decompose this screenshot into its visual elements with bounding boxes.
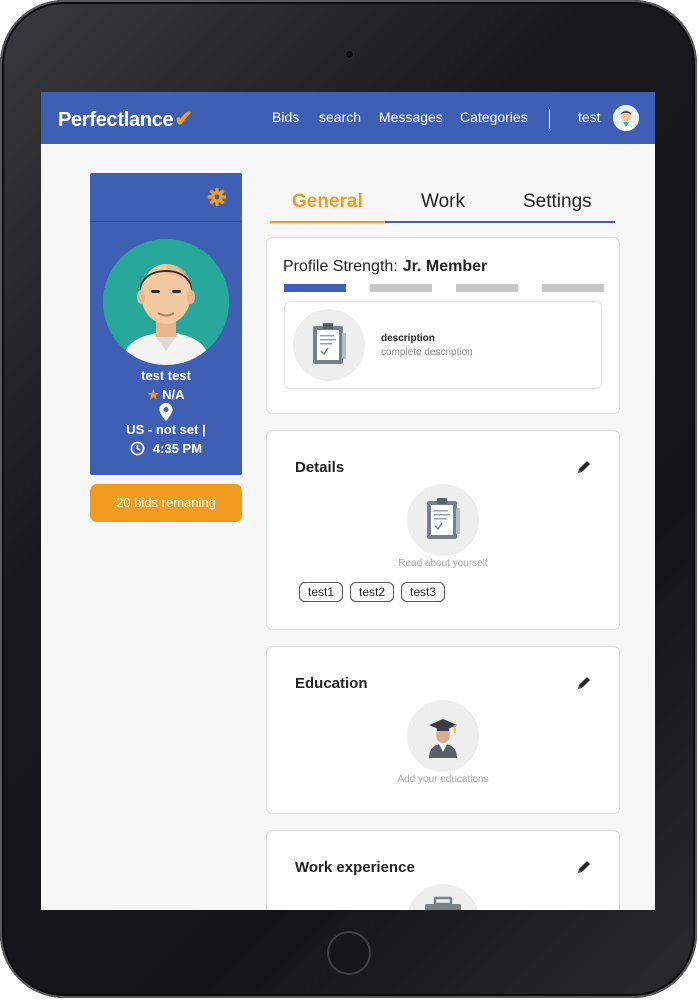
pencil-icon[interactable] <box>576 675 592 691</box>
brand-name: Perfectlance <box>58 109 174 131</box>
graduate-icon <box>429 719 457 758</box>
pencil-icon[interactable] <box>576 859 592 875</box>
strength-segment <box>456 284 518 292</box>
details-title: Details <box>295 459 345 476</box>
details-hint: Read about yourself <box>398 558 488 569</box>
clock-icon <box>130 441 145 456</box>
camera <box>344 49 355 60</box>
education-hint: Add your educations <box>397 774 489 785</box>
brand-logo[interactable]: Perfectlance✔ <box>58 106 193 132</box>
work-icon-bg <box>407 884 479 910</box>
profile-avatar[interactable] <box>103 239 229 365</box>
gear-icon[interactable] <box>207 187 227 207</box>
education-panel: Education Add your educations <box>266 646 620 814</box>
strength-segment <box>542 284 604 292</box>
nav-avatar[interactable] <box>613 105 639 131</box>
work-experience-panel: Work experience <box>266 830 620 910</box>
strength-level: Jr. Member <box>402 258 488 275</box>
profile-name: test test <box>141 368 191 383</box>
description-card[interactable]: description complete description <box>284 301 602 389</box>
time-value: 4:35 PM <box>152 441 203 456</box>
tab-work[interactable]: Work <box>421 191 465 213</box>
tag-chip[interactable]: test1 <box>299 582 344 602</box>
nav-categories[interactable]: Categories <box>460 109 528 125</box>
brand-check-icon: ✔ <box>174 106 193 131</box>
profile-rating: ★ N/A <box>90 387 242 403</box>
tablet-frame: Perfectlance✔ Bids search Messages Categ… <box>0 0 697 998</box>
profile-strength-panel: Profile Strength: Jr. Member description… <box>266 237 620 414</box>
pencil-icon[interactable] <box>576 459 592 475</box>
tab-general[interactable]: General <box>292 191 363 213</box>
tag-chip[interactable]: test3 <box>401 582 446 602</box>
briefcase-icon <box>425 896 461 910</box>
details-icon-bg <box>407 484 479 556</box>
nav-username[interactable]: test <box>578 109 601 125</box>
person-avatar-icon <box>103 239 229 365</box>
clipboard-icon <box>313 323 346 364</box>
top-navbar: Perfectlance✔ Bids search Messages Categ… <box>41 92 655 144</box>
nav-messages[interactable]: Messages <box>379 109 443 125</box>
strength-segment <box>284 284 346 292</box>
strength-label-text: Profile Strength: <box>283 258 398 275</box>
profile-location: US - not set | <box>126 422 206 437</box>
details-panel: Details Read about yourself test1 test2 <box>266 430 620 630</box>
description-subtitle: complete description <box>381 347 473 358</box>
nav-search[interactable]: search <box>319 109 361 125</box>
strength-label: Profile Strength: Jr. Member <box>283 258 487 276</box>
clipboard-icon-bg <box>293 309 365 381</box>
app-screen: Perfectlance✔ Bids search Messages Categ… <box>41 92 655 910</box>
location-pin-icon <box>159 403 173 421</box>
education-title: Education <box>295 675 368 692</box>
tab-active-indicator <box>270 221 385 223</box>
home-button[interactable] <box>327 931 371 975</box>
bids-remaining-button[interactable]: 20 bids remaning <box>90 484 242 522</box>
nav-divider <box>549 109 550 129</box>
work-title: Work experience <box>295 859 415 876</box>
tag-chip[interactable]: test2 <box>350 582 395 602</box>
nav-bids[interactable]: Bids <box>272 109 299 125</box>
profile-card: test test ★ N/A US - not set | 4:35 PM <box>90 173 242 475</box>
card-divider <box>90 221 242 222</box>
description-title: description <box>381 333 435 344</box>
strength-segment <box>370 284 432 292</box>
tab-settings[interactable]: Settings <box>523 191 592 213</box>
education-icon-bg <box>407 700 479 772</box>
avatar-icon <box>613 105 639 131</box>
profile-time: 4:35 PM <box>90 441 242 456</box>
clipboard-icon <box>427 498 460 539</box>
star-icon: ★ <box>147 387 160 402</box>
rating-value: N/A <box>162 387 185 402</box>
